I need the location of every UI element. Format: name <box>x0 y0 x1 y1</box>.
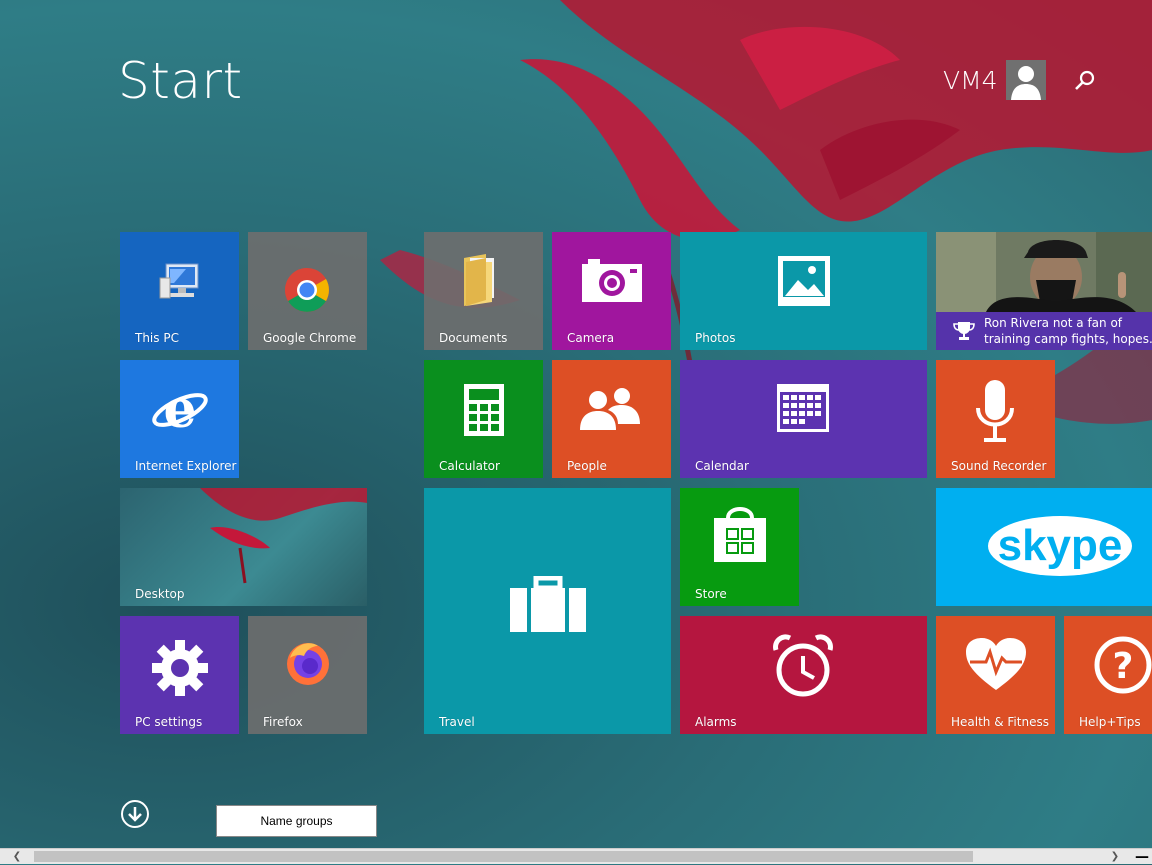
tile-skype[interactable]: skype <box>936 488 1152 606</box>
tile-label: Calculator <box>439 459 500 473</box>
tile-label: Firefox <box>263 715 303 729</box>
scroll-right-arrow-icon[interactable]: ❯ <box>1100 849 1130 864</box>
suitcase-icon <box>508 576 588 634</box>
scroll-left-arrow-icon[interactable]: ❮ <box>0 849 34 864</box>
tile-store[interactable]: Store <box>680 488 799 606</box>
tile-label: Store <box>695 587 727 601</box>
calculator-icon <box>462 382 506 438</box>
tile-desktop[interactable]: Desktop <box>120 488 367 606</box>
scrollbar-thumb[interactable] <box>34 851 973 862</box>
tile-label: Documents <box>439 331 508 345</box>
tile-label: Calendar <box>695 459 749 473</box>
tile-google-chrome[interactable]: Google Chrome <box>248 232 367 350</box>
tile-label: Health & Fitness <box>951 715 1049 729</box>
tile-label: Help+Tips <box>1079 715 1141 729</box>
tile-label: People <box>567 459 607 473</box>
photos-icon <box>776 254 832 308</box>
user-name: VM4 <box>943 65 998 95</box>
camera-icon <box>580 256 644 304</box>
svg-text:?: ? <box>1113 646 1134 687</box>
tile-label: Travel <box>439 715 475 729</box>
name-groups-button[interactable]: Name groups <box>216 805 377 837</box>
tile-news[interactable]: Ron Rivera not a fan of training camp fi… <box>936 232 1152 350</box>
search-icon[interactable] <box>1072 68 1098 94</box>
tile-internet-explorer[interactable]: e Internet Explorer <box>120 360 239 478</box>
horizontal-scrollbar[interactable]: ❮ ❯ — <box>0 848 1152 865</box>
user-account[interactable]: VM4 <box>943 60 1046 100</box>
tile-alarms[interactable]: Alarms <box>680 616 927 734</box>
computer-icon <box>156 256 206 306</box>
tile-label: Internet Explorer <box>135 459 237 473</box>
page-title: Start <box>118 52 243 110</box>
skype-wordmark: skype <box>998 521 1123 570</box>
user-icon <box>1005 60 1046 100</box>
tile-health-fitness[interactable]: Health & Fitness <box>936 616 1055 734</box>
help-icon: ? <box>1094 636 1152 694</box>
tile-sound-recorder[interactable]: Sound Recorder <box>936 360 1055 478</box>
tile-calculator[interactable]: Calculator <box>424 360 543 478</box>
firefox-icon <box>284 638 332 686</box>
trophy-icon <box>953 322 975 340</box>
tile-label: Photos <box>695 331 736 345</box>
tile-camera[interactable]: Camera <box>552 232 671 350</box>
tile-firefox[interactable]: Firefox <box>248 616 367 734</box>
tile-label: Desktop <box>135 587 185 601</box>
news-photo <box>936 232 1152 312</box>
tile-documents[interactable]: Documents <box>424 232 543 350</box>
tile-pc-settings[interactable]: PC settings <box>120 616 239 734</box>
tile-this-pc[interactable]: This PC <box>120 232 239 350</box>
news-headline-line2: training camp fights, hopes... <box>984 332 1152 346</box>
calendar-icon <box>775 382 831 434</box>
svg-text:e: e <box>163 380 196 440</box>
tile-label: This PC <box>135 331 179 345</box>
tile-help-tips[interactable]: ? Help+Tips <box>1064 616 1152 734</box>
tile-label: Camera <box>567 331 615 345</box>
tile-label: Alarms <box>695 715 737 729</box>
heart-pulse-icon <box>964 636 1028 692</box>
microphone-icon <box>974 378 1016 444</box>
folder-icon <box>456 252 512 308</box>
tile-calendar[interactable]: Calendar <box>680 360 927 478</box>
people-icon <box>578 384 644 434</box>
tile-label: PC settings <box>135 715 203 729</box>
store-bag-icon <box>710 502 770 566</box>
down-arrow-icon[interactable] <box>120 799 150 829</box>
tile-people[interactable]: People <box>552 360 671 478</box>
chrome-icon <box>284 267 330 313</box>
semantic-zoom-icon[interactable]: — <box>1132 849 1152 865</box>
tile-label: Sound Recorder <box>951 459 1047 473</box>
tile-photos[interactable]: Photos <box>680 232 927 350</box>
alarm-clock-icon <box>770 632 836 702</box>
news-headline-line1: Ron Rivera not a fan of <box>984 316 1123 330</box>
tile-travel[interactable]: Travel <box>424 488 671 734</box>
skype-icon: skype <box>986 512 1136 582</box>
news-caption: Ron Rivera not a fan of training camp fi… <box>936 312 1152 350</box>
tile-label: Google Chrome <box>263 331 357 345</box>
gear-icon <box>150 638 210 698</box>
ie-icon: e <box>150 380 210 440</box>
